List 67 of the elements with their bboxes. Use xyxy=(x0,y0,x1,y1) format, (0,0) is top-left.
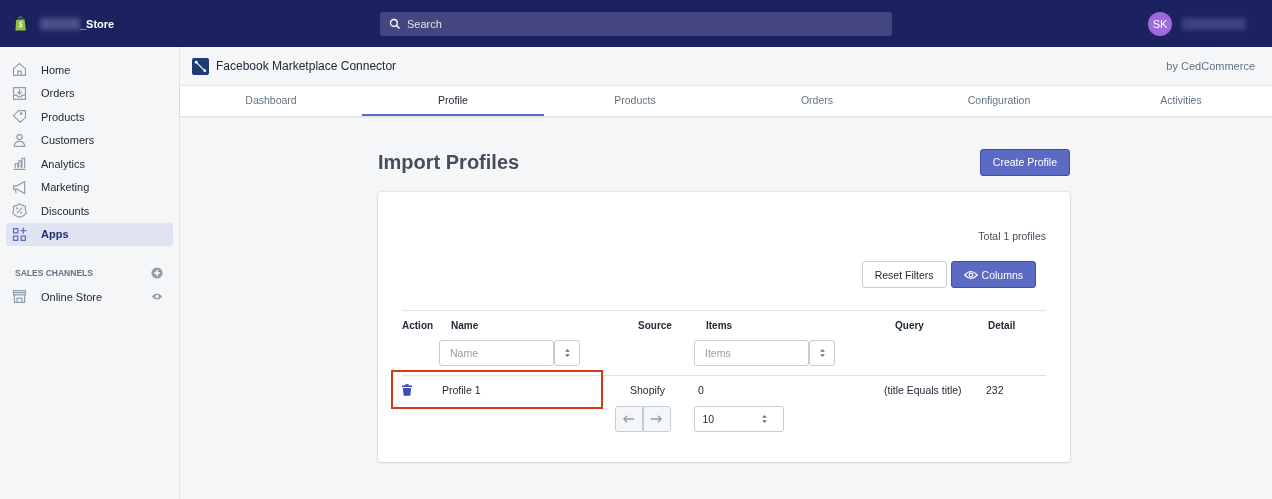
nav-item[interactable]: Orders xyxy=(6,81,173,105)
table-cell-text: Profile 1 xyxy=(442,384,482,396)
megaphone-icon xyxy=(11,178,28,196)
filter-field[interactable]: Name xyxy=(439,340,554,366)
sort-arrows-icon xyxy=(564,349,570,357)
tab[interactable]: Orders xyxy=(726,86,908,116)
user-avatar[interactable]: SK xyxy=(1148,11,1172,36)
sort-arrows-icon xyxy=(761,415,767,423)
store-name: _Store xyxy=(80,17,115,30)
blurred-text xyxy=(1182,17,1246,30)
page-size-select[interactable]: 10 xyxy=(693,406,784,432)
nav-item[interactable]: Online Store xyxy=(6,285,103,309)
person-icon xyxy=(11,131,28,149)
nav-item[interactable]: Customers xyxy=(6,128,173,152)
reset-filters-button[interactable]: Reset Filters xyxy=(861,261,947,288)
tab[interactable]: Profile xyxy=(362,86,544,116)
apps-grid-icon xyxy=(11,225,28,243)
previous-page-button[interactable] xyxy=(614,406,643,432)
columns-button[interactable]: Columns xyxy=(950,261,1036,288)
sort-arrows-icon xyxy=(819,349,825,357)
tab[interactable]: Dashboard xyxy=(180,86,362,116)
right-arrow-icon xyxy=(650,414,663,424)
shopping-bag-icon xyxy=(14,15,28,32)
search-icon xyxy=(389,17,401,30)
nav-item[interactable]: Analytics xyxy=(6,152,173,176)
sort-select[interactable] xyxy=(809,340,835,366)
inbox-icon xyxy=(11,84,28,102)
sort-select[interactable] xyxy=(554,340,580,366)
search-field[interactable]: Search xyxy=(380,11,892,36)
blurred-text xyxy=(40,17,80,30)
table-cell-text: Shopify xyxy=(630,384,667,396)
page-title: Import Profiles xyxy=(378,150,520,174)
filter-field[interactable]: Items xyxy=(694,340,809,366)
nav-item[interactable]: Products xyxy=(6,105,173,129)
nav-item[interactable]: Marketing xyxy=(6,175,173,199)
add-icon[interactable] xyxy=(151,267,163,279)
left-arrow-icon xyxy=(622,414,635,424)
next-page-button[interactable] xyxy=(642,406,671,432)
nav-item[interactable]: Discounts xyxy=(6,199,173,223)
tab[interactable]: Activities xyxy=(1090,86,1272,116)
home-icon xyxy=(11,61,28,79)
bar-chart-icon xyxy=(11,155,28,173)
tab[interactable]: Products xyxy=(544,86,726,116)
trash-icon[interactable] xyxy=(402,384,412,396)
nav-item[interactable]: Apps xyxy=(6,222,173,246)
column-header: Items xyxy=(706,320,734,331)
total-count: Total 1 profiles xyxy=(978,230,1046,242)
app-logo-icon xyxy=(192,57,209,75)
column-header: Action xyxy=(402,320,435,331)
storefront-icon xyxy=(11,288,28,306)
eye-icon xyxy=(963,269,978,280)
nav-item[interactable]: Home xyxy=(6,58,173,82)
tag-icon xyxy=(11,108,28,126)
column-header: Name xyxy=(451,320,480,331)
column-header: Source xyxy=(638,320,673,331)
vendor-link[interactable]: by CedCommerce xyxy=(1166,60,1255,72)
column-header: Detail xyxy=(988,320,1017,331)
column-header: Query xyxy=(895,320,925,331)
create-profile-button[interactable]: Create Profile xyxy=(979,148,1070,176)
app-title: Facebook Marketplace Connector xyxy=(216,59,397,73)
tab[interactable]: Configuration xyxy=(908,86,1090,116)
table-cell-text: (title Equals title) xyxy=(884,384,963,396)
table-cell-text: 0 xyxy=(698,384,705,396)
eye-icon[interactable] xyxy=(151,292,163,302)
section-title: SALES CHANNELS xyxy=(15,268,93,278)
table-cell-text: 232 xyxy=(986,384,1005,396)
percent-badge-icon xyxy=(11,202,28,220)
